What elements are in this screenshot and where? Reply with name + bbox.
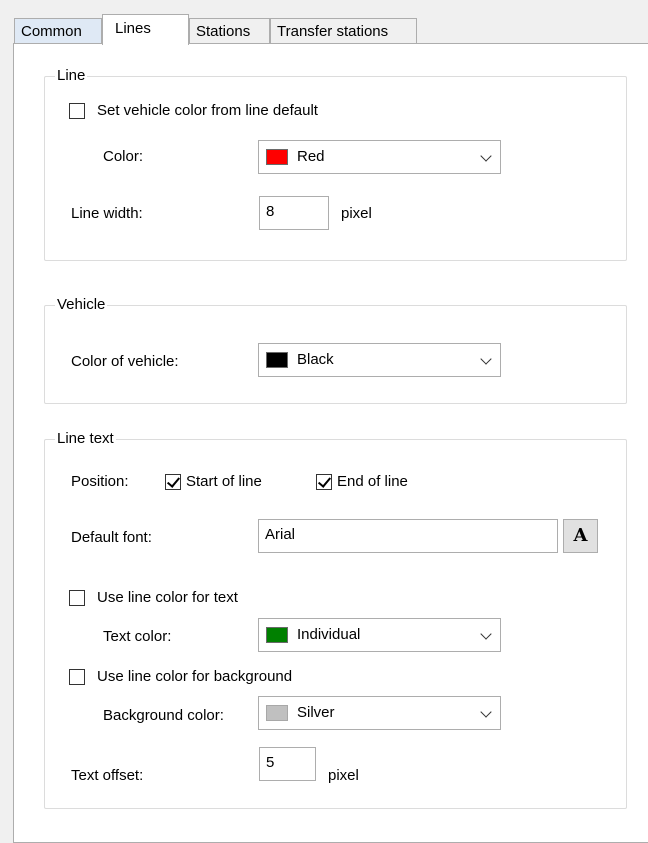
line-text-group: Line text Position: Start of line End of…	[44, 430, 627, 809]
line-width-label: Line width:	[71, 205, 143, 222]
default-font-input[interactable]: Arial	[258, 519, 558, 553]
background-color-value: Silver	[297, 704, 335, 721]
tab-stations[interactable]: Stations	[189, 18, 270, 44]
text-offset-unit: pixel	[328, 767, 359, 784]
tab-transfer-stations[interactable]: Transfer stations	[270, 18, 417, 44]
vehicle-color-dropdown[interactable]: Black	[258, 343, 501, 377]
text-color-dropdown[interactable]: Individual	[258, 618, 501, 652]
vehicle-group: Vehicle Color of vehicle: Black	[44, 296, 627, 404]
font-picker-button[interactable]: A	[563, 519, 598, 553]
end-of-line-label: End of line	[337, 473, 408, 490]
line-color-value: Red	[297, 148, 325, 165]
text-color-value: Individual	[297, 626, 361, 643]
line-width-unit: pixel	[341, 205, 372, 222]
end-of-line-checkbox[interactable]	[316, 474, 332, 490]
red-swatch-icon	[266, 149, 288, 165]
set-vehicle-color-label: Set vehicle color from line default	[97, 102, 318, 119]
vehicle-group-legend: Vehicle	[55, 296, 108, 314]
text-offset-label: Text offset:	[71, 767, 144, 784]
default-font-label: Default font:	[71, 529, 152, 546]
set-vehicle-color-checkbox[interactable]	[69, 103, 85, 119]
use-line-color-bg-label: Use line color for background	[97, 668, 293, 685]
use-line-color-bg-checkbox[interactable]	[69, 669, 85, 685]
line-width-input[interactable]: 8	[259, 196, 329, 230]
chevron-down-icon	[480, 706, 492, 718]
green-swatch-icon	[266, 627, 288, 643]
use-line-color-text-checkbox[interactable]	[69, 590, 85, 606]
silver-swatch-icon	[266, 705, 288, 721]
tab-lines[interactable]: Lines	[102, 14, 189, 45]
line-text-group-legend: Line text	[55, 430, 116, 448]
vehicle-color-value: Black	[297, 351, 334, 368]
line-color-dropdown[interactable]: Red	[258, 140, 501, 174]
line-group: Line Set vehicle color from line default…	[44, 67, 627, 261]
line-group-legend: Line	[55, 67, 88, 85]
background-color-label: Background color:	[103, 707, 224, 724]
position-label: Position:	[71, 473, 129, 490]
start-of-line-label: Start of line	[186, 473, 262, 490]
color-of-vehicle-label: Color of vehicle:	[71, 353, 179, 370]
start-of-line-checkbox[interactable]	[165, 474, 181, 490]
text-offset-input[interactable]: 5	[259, 747, 316, 781]
use-line-color-text-label: Use line color for text	[97, 589, 238, 606]
color-label: Color:	[103, 148, 144, 165]
background-color-dropdown[interactable]: Silver	[258, 696, 501, 730]
chevron-down-icon	[480, 150, 492, 162]
text-color-label: Text color:	[103, 628, 172, 645]
chevron-down-icon	[480, 628, 492, 640]
black-swatch-icon	[266, 352, 288, 368]
chevron-down-icon	[480, 353, 492, 365]
tab-common[interactable]: Common	[14, 18, 102, 44]
lines-tab-panel: Line Set vehicle color from line default…	[13, 43, 648, 843]
